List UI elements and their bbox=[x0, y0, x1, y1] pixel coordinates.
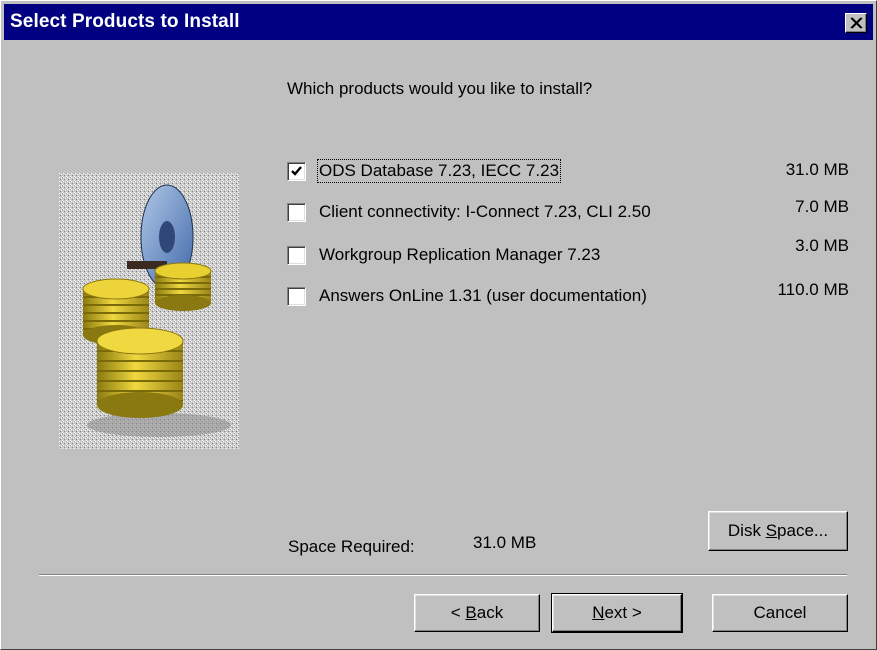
checkmark-icon bbox=[291, 166, 302, 176]
back-label-pre: < bbox=[450, 603, 466, 622]
ods-database-checkbox[interactable] bbox=[287, 162, 306, 181]
next-label-post: ext > bbox=[604, 603, 642, 622]
disk-space-label-post: pace... bbox=[777, 521, 829, 540]
client-connectivity-checkbox[interactable] bbox=[287, 203, 306, 222]
next-label: Next > bbox=[592, 603, 642, 622]
close-icon bbox=[850, 17, 863, 29]
disk-space-label: Disk Space... bbox=[728, 521, 828, 540]
answers-online-checkbox[interactable] bbox=[287, 287, 306, 306]
product-label[interactable]: ODS Database 7.23, IECC 7.23 bbox=[316, 159, 562, 183]
install-dialog: Select Products to Install Which product… bbox=[0, 0, 877, 650]
back-accelerator: B bbox=[465, 603, 477, 622]
cancel-label: Cancel bbox=[753, 603, 807, 622]
next-accelerator: N bbox=[592, 603, 605, 622]
back-label-post: ack bbox=[476, 603, 504, 622]
space-required-value: 31.0 MB bbox=[473, 533, 537, 552]
disk-space-button[interactable]: Disk Space... bbox=[708, 511, 848, 551]
product-size: 7.0 MB bbox=[795, 197, 849, 216]
window-title: Select Products to Install bbox=[10, 11, 240, 32]
product-label[interactable]: Answers OnLine 1.31 (user documentation) bbox=[319, 286, 647, 306]
product-label[interactable]: Client connectivity: I-Connect 7.23, CLI… bbox=[319, 202, 651, 222]
close-button[interactable] bbox=[845, 13, 867, 33]
next-button[interactable]: Next > bbox=[551, 593, 683, 633]
product-label[interactable]: Workgroup Replication Manager 7.23 bbox=[319, 245, 600, 265]
space-required-label: Space Required: bbox=[288, 537, 415, 556]
back-button[interactable]: < Back bbox=[414, 594, 540, 632]
cancel-button[interactable]: Cancel bbox=[712, 594, 848, 632]
product-size: 110.0 MB bbox=[777, 280, 849, 299]
disk-space-label-pre: Disk bbox=[727, 521, 766, 540]
workgroup-replication-checkbox[interactable] bbox=[287, 246, 306, 265]
database-disks-icon bbox=[59, 173, 239, 449]
title-bar[interactable]: Select Products to Install bbox=[4, 4, 873, 40]
disk-space-accelerator: S bbox=[765, 521, 778, 540]
product-size: 31.0 MB bbox=[785, 160, 849, 179]
product-prompt: Which products would you like to install… bbox=[287, 79, 593, 98]
back-label: < Back bbox=[451, 603, 503, 622]
product-size: 3.0 MB bbox=[795, 236, 849, 255]
button-divider bbox=[39, 574, 847, 576]
